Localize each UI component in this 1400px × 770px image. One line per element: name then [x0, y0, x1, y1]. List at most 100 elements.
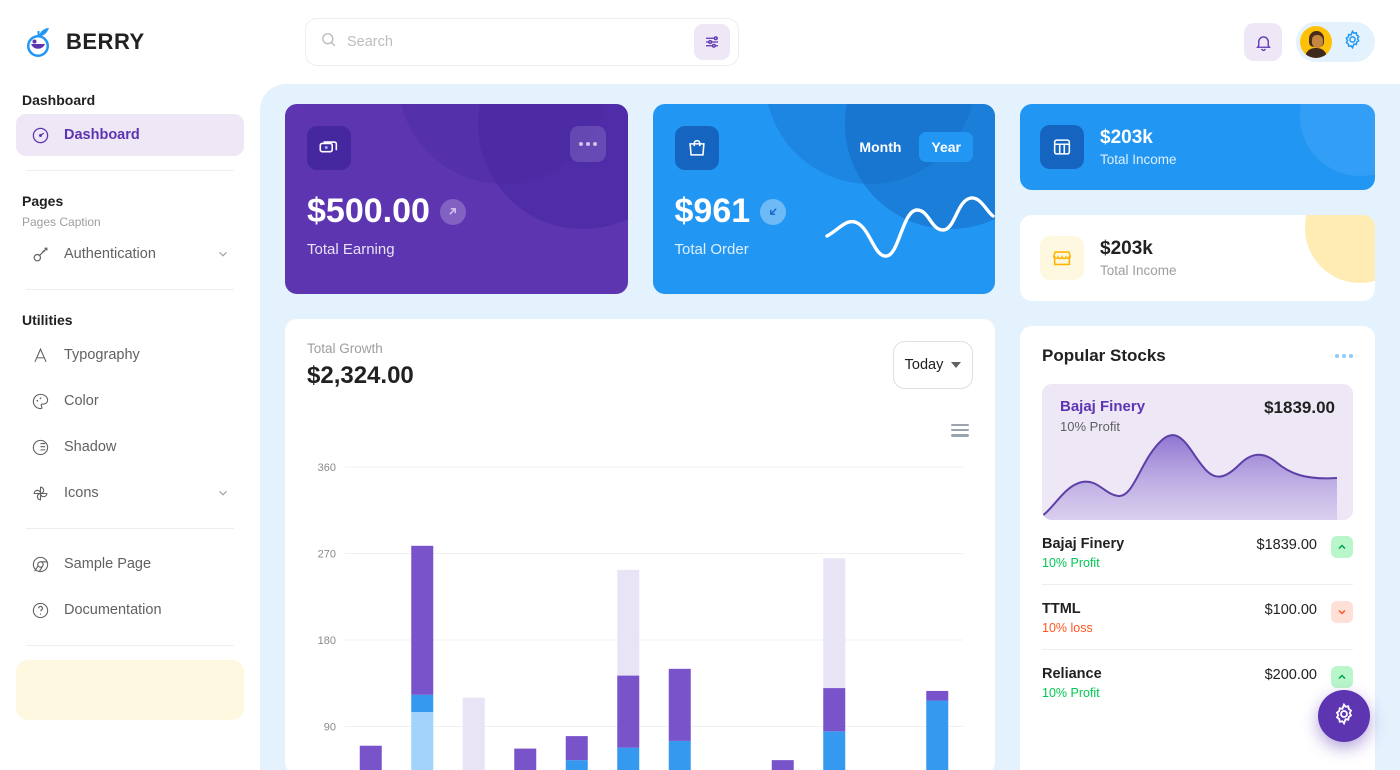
growth-header: Total Growth $2,324.00 Today	[307, 341, 973, 390]
growth-amount: $2,324.00	[307, 362, 414, 389]
chevron-down-icon[interactable]	[216, 247, 230, 261]
profile-chip[interactable]	[1296, 22, 1375, 62]
bar-segment[interactable]	[823, 731, 846, 770]
stock-name: TTML	[1042, 601, 1081, 617]
sidebar-item-shadow[interactable]: Shadow	[16, 426, 244, 468]
svg-text:90: 90	[324, 722, 336, 734]
toggle-year[interactable]: Year	[919, 132, 973, 162]
chevron-down-icon[interactable]	[216, 486, 230, 500]
chevron-down-icon	[1331, 601, 1353, 623]
growth-text: Total Growth $2,324.00	[307, 341, 414, 390]
total-earning-label: Total Earning	[307, 241, 395, 258]
chevron-up-icon	[1331, 536, 1353, 558]
svg-text:180: 180	[318, 635, 336, 647]
bar-segment[interactable]	[565, 760, 588, 770]
featured-stock-card[interactable]: Bajaj Finery 10% Profit $1839.00	[1042, 384, 1353, 520]
sidebar-group-caption-pages: Pages	[22, 193, 64, 209]
pinwheel-icon	[30, 483, 50, 503]
bell-icon[interactable]	[1244, 23, 1282, 61]
bar-segment[interactable]	[411, 545, 434, 695]
sidebar-item-icons[interactable]: Icons	[16, 472, 244, 514]
sidebar-item-label: Documentation	[64, 602, 162, 618]
kpi-row: $500.00 Total Earning Month Year $961 To…	[285, 104, 995, 294]
total-income-white-label: Total Income	[1100, 263, 1177, 278]
popular-stocks-title: Popular Stocks	[1042, 346, 1166, 365]
stock-text: Bajaj Finery 10% Profit	[1042, 536, 1124, 570]
list-item[interactable]: Bajaj Finery 10% Profit $1839.00	[1042, 520, 1353, 585]
period-select[interactable]: Today	[893, 341, 973, 389]
sidebar-item-label: Shadow	[64, 439, 117, 455]
sliders-icon[interactable]	[694, 24, 730, 60]
settings-fab[interactable]	[1318, 690, 1370, 742]
bar-segment[interactable]	[771, 760, 794, 770]
palette-icon	[30, 391, 50, 411]
stock-name: Bajaj Finery	[1042, 536, 1125, 552]
bar-segment[interactable]	[668, 668, 691, 741]
bar-segment[interactable]	[617, 569, 640, 676]
more-horizontal-icon[interactable]	[1335, 354, 1353, 358]
speedometer-icon	[30, 125, 50, 145]
arrow-up-right-icon	[439, 198, 466, 225]
more-horizontal-icon[interactable]	[569, 126, 606, 162]
stock-change: 10% loss	[1042, 621, 1093, 635]
search-input[interactable]	[347, 34, 684, 50]
period-select-value: Today	[904, 357, 944, 373]
bar-segment[interactable]	[411, 712, 434, 770]
bar-segment[interactable]	[617, 747, 640, 770]
sidebar-divider	[26, 528, 234, 529]
bar-segment[interactable]	[823, 558, 846, 689]
bar-segment[interactable]	[462, 697, 485, 770]
gear-icon	[1332, 702, 1356, 731]
bar-segment[interactable]	[926, 690, 949, 701]
brand[interactable]: BERRY	[0, 0, 260, 84]
total-income-blue-amount: $203k	[1100, 127, 1153, 148]
sidebar-item-sample-page[interactable]: Sample Page	[16, 543, 244, 585]
chrome-icon	[30, 554, 50, 574]
sidebar-item-label: Sample Page	[64, 556, 152, 572]
growth-subtitle: Total Growth	[307, 341, 383, 356]
bar-segment[interactable]	[617, 675, 640, 748]
bar-segment[interactable]	[565, 736, 588, 761]
growth-bar-chart: 90 180 270 360	[307, 431, 973, 770]
toggle-month[interactable]: Month	[847, 132, 913, 162]
total-order-card[interactable]: Month Year $961 Total Order	[652, 104, 995, 294]
stock-price: $200.00	[1264, 667, 1317, 683]
sidebar-item-label: Typography	[64, 347, 140, 363]
stock-text: TTML 10% loss	[1042, 601, 1093, 635]
sidebar-divider	[26, 645, 234, 646]
bar-segment[interactable]	[668, 740, 691, 770]
total-income-blue-card[interactable]: $203k Total Income	[1020, 104, 1375, 190]
right-column: $203k Total Income $203k Total Income Po…	[1020, 104, 1375, 770]
bar-segment[interactable]	[411, 694, 434, 713]
sidebar-item-authentication[interactable]: Authentication	[16, 233, 244, 275]
sidebar-group-caption-dashboard: Dashboard	[22, 92, 96, 108]
sidebar-nav: Dashboard Dashboard Pages Pages Caption	[0, 84, 260, 646]
list-item[interactable]: TTML 10% loss $100.00	[1042, 585, 1353, 650]
bar-segment[interactable]	[823, 688, 846, 732]
search-box[interactable]	[305, 18, 739, 66]
chevron-up-icon	[1331, 666, 1353, 688]
total-income-white-text: $203k Total Income	[1100, 238, 1177, 278]
total-income-white-card[interactable]: $203k Total Income	[1020, 215, 1375, 301]
svg-text:270: 270	[318, 549, 336, 561]
total-earning-card[interactable]: $500.00 Total Earning	[285, 104, 628, 294]
brand-name: BERRY	[66, 29, 145, 54]
sidebar-promo-card[interactable]	[16, 660, 244, 720]
popular-stocks-header: Popular Stocks	[1042, 346, 1353, 366]
bar-segment[interactable]	[514, 748, 537, 770]
bar-segment[interactable]	[926, 700, 949, 770]
bar-segment[interactable]	[359, 745, 382, 770]
total-income-blue-text: $203k Total Income	[1100, 127, 1177, 167]
order-sparkline	[825, 196, 995, 258]
sidebar-item-color[interactable]: Color	[16, 380, 244, 422]
list-item[interactable]: Reliance 10% Profit $200.00	[1042, 650, 1353, 714]
shadow-icon	[30, 437, 50, 457]
sidebar-group-subcaption-pages: Pages Caption	[22, 215, 101, 229]
gear-icon[interactable]	[1342, 29, 1363, 55]
sidebar-item-typography[interactable]: Typography	[16, 334, 244, 376]
featured-stock-area-chart	[1042, 434, 1337, 520]
sidebar-item-dashboard[interactable]: Dashboard	[16, 114, 244, 156]
question-circle-icon	[30, 600, 50, 620]
total-growth-card: Total Growth $2,324.00 Today 90 180 270 …	[285, 319, 995, 770]
sidebar-item-documentation[interactable]: Documentation	[16, 589, 244, 631]
